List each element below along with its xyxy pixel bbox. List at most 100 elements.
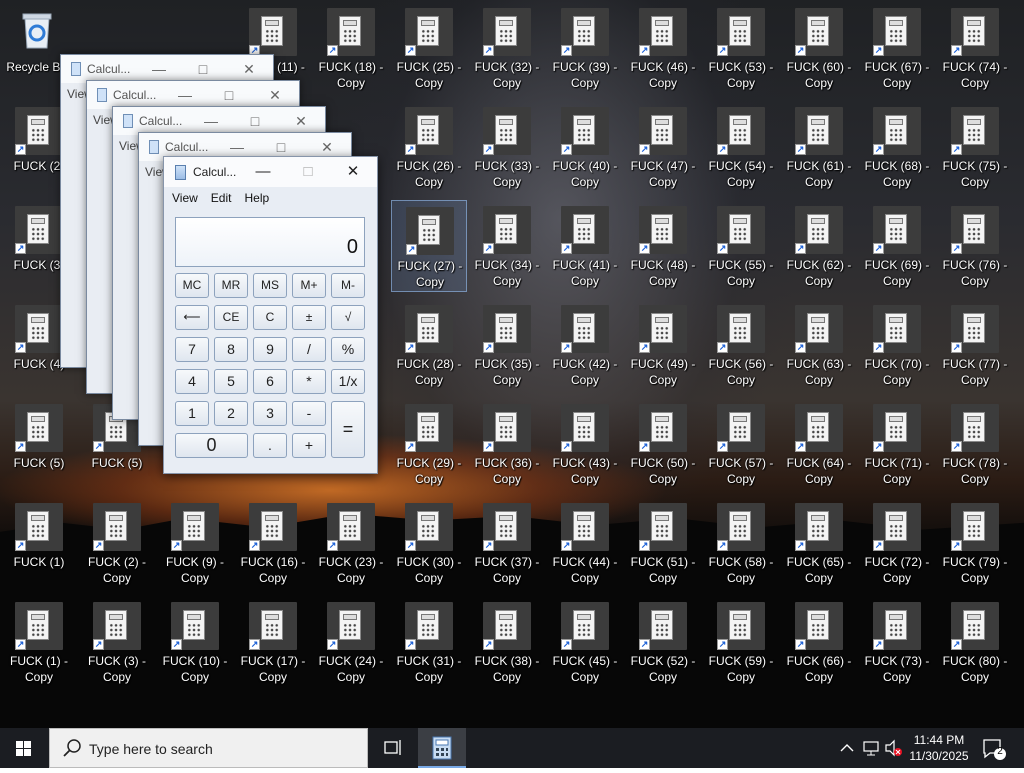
key-negate-button[interactable]: ± bbox=[292, 305, 326, 330]
desktop-shortcut[interactable]: ↗ FUCK (26) - Copy bbox=[391, 101, 467, 193]
maximize-button[interactable]: □ bbox=[233, 107, 277, 135]
key-9-button[interactable]: 9 bbox=[253, 337, 287, 362]
desktop-shortcut[interactable]: ↗ FUCK (1) bbox=[1, 497, 77, 589]
title-bar[interactable]: Calcul... — □ ✕ bbox=[164, 157, 377, 187]
desktop-shortcut[interactable]: ↗ FUCK (48) - Copy bbox=[625, 200, 701, 292]
desktop-shortcut[interactable]: ↗ FUCK (24) - Copy bbox=[313, 596, 389, 688]
desktop-shortcut[interactable]: ↗ FUCK (76) - Copy bbox=[937, 200, 1013, 292]
desktop-shortcut[interactable]: ↗ FUCK (2) - Copy bbox=[79, 497, 155, 589]
desktop-shortcut[interactable]: ↗ FUCK (55) - Copy bbox=[703, 200, 779, 292]
close-button[interactable]: ✕ bbox=[330, 157, 376, 187]
calculator-window[interactable]: Calcul... — □ ✕ View Edit Help 0 MC MR MS M… bbox=[163, 156, 378, 474]
desktop-shortcut[interactable]: ↗ FUCK (36) - Copy bbox=[469, 398, 545, 490]
desktop-shortcut[interactable]: ↗ FUCK (40) - Copy bbox=[547, 101, 623, 193]
key-backspace-button[interactable]: ⟵ bbox=[175, 305, 209, 330]
key-equals-button[interactable]: = bbox=[331, 401, 365, 458]
clock[interactable]: 11:44 PM 11/30/2025 bbox=[904, 732, 974, 764]
key-percent-button[interactable]: % bbox=[331, 337, 365, 362]
key-m-plus-button[interactable]: M+ bbox=[292, 273, 326, 298]
desktop-shortcut[interactable]: ↗ FUCK (30) - Copy bbox=[391, 497, 467, 589]
start-button[interactable] bbox=[0, 728, 48, 768]
key-5-button[interactable]: 5 bbox=[214, 369, 248, 394]
key-reciprocal-button[interactable]: 1/x bbox=[331, 369, 365, 394]
desktop-shortcut[interactable]: ↗ FUCK (72) - Copy bbox=[859, 497, 935, 589]
key-0-button[interactable]: 0 bbox=[175, 433, 248, 458]
minimize-button[interactable]: — bbox=[137, 55, 181, 83]
maximize-button[interactable]: □ bbox=[207, 81, 251, 109]
key-c-button[interactable]: C bbox=[253, 305, 287, 330]
menu-edit[interactable]: Edit bbox=[211, 191, 232, 205]
desktop-shortcut[interactable]: ↗ FUCK (79) - Copy bbox=[937, 497, 1013, 589]
maximize-button[interactable]: □ bbox=[285, 157, 331, 187]
desktop-shortcut[interactable]: ↗ FUCK (28) - Copy bbox=[391, 299, 467, 391]
desktop-shortcut[interactable]: ↗ FUCK (75) - Copy bbox=[937, 101, 1013, 193]
key-sqrt-button[interactable]: √ bbox=[331, 305, 365, 330]
desktop-shortcut[interactable]: ↗ FUCK (50) - Copy bbox=[625, 398, 701, 490]
desktop-shortcut[interactable]: ↗ FUCK (52) - Copy bbox=[625, 596, 701, 688]
desktop-shortcut[interactable]: ↗ FUCK (34) - Copy bbox=[469, 200, 545, 292]
key-mc-button[interactable]: MC bbox=[175, 273, 209, 298]
desktop-shortcut[interactable]: ↗ FUCK (43) - Copy bbox=[547, 398, 623, 490]
desktop-shortcut[interactable]: ↗ FUCK (80) - Copy bbox=[937, 596, 1013, 688]
desktop-shortcut[interactable]: ↗ FUCK (54) - Copy bbox=[703, 101, 779, 193]
minimize-button[interactable]: — bbox=[240, 157, 286, 187]
minimize-button[interactable]: — bbox=[189, 107, 233, 135]
desktop-shortcut[interactable]: ↗ FUCK (25) - Copy bbox=[391, 2, 467, 94]
desktop-shortcut[interactable]: ↗ FUCK (53) - Copy bbox=[703, 2, 779, 94]
key-8-button[interactable]: 8 bbox=[214, 337, 248, 362]
title-bar[interactable]: Calcul... — □ ✕ bbox=[61, 55, 273, 83]
desktop-shortcut[interactable]: ↗ FUCK (42) - Copy bbox=[547, 299, 623, 391]
desktop-shortcut[interactable]: ↗ FUCK (61) - Copy bbox=[781, 101, 857, 193]
desktop-shortcut[interactable]: ↗ FUCK (10) - Copy bbox=[157, 596, 233, 688]
minimize-button[interactable]: — bbox=[163, 81, 207, 109]
desktop-shortcut[interactable]: ↗ FUCK (31) - Copy bbox=[391, 596, 467, 688]
close-button[interactable]: ✕ bbox=[227, 55, 271, 83]
desktop-shortcut[interactable]: ↗ FUCK (39) - Copy bbox=[547, 2, 623, 94]
key-decimal-button[interactable]: . bbox=[253, 433, 287, 458]
desktop-shortcut[interactable]: ↗ FUCK (62) - Copy bbox=[781, 200, 857, 292]
desktop-shortcut[interactable]: ↗ FUCK (17) - Copy bbox=[235, 596, 311, 688]
desktop-shortcut[interactable]: ↗ FUCK (41) - Copy bbox=[547, 200, 623, 292]
network-button[interactable] bbox=[860, 728, 882, 768]
desktop-shortcut[interactable]: ↗ FUCK (56) - Copy bbox=[703, 299, 779, 391]
desktop-shortcut[interactable]: ↗ FUCK (23) - Copy bbox=[313, 497, 389, 589]
key-4-button[interactable]: 4 bbox=[175, 369, 209, 394]
desktop-shortcut[interactable]: ↗ FUCK (49) - Copy bbox=[625, 299, 701, 391]
key-6-button[interactable]: 6 bbox=[253, 369, 287, 394]
desktop-shortcut[interactable]: ↗ FUCK (1) - Copy bbox=[1, 596, 77, 688]
desktop-shortcut[interactable]: ↗ FUCK (66) - Copy bbox=[781, 596, 857, 688]
key-m-minus-button[interactable]: M- bbox=[331, 273, 365, 298]
key-7-button[interactable]: 7 bbox=[175, 337, 209, 362]
desktop-shortcut[interactable]: ↗ FUCK (27) - Copy bbox=[391, 200, 467, 292]
title-bar[interactable]: Calcul... — □ ✕ bbox=[113, 107, 325, 135]
taskbar-calculator-button[interactable] bbox=[418, 728, 466, 768]
key-subtract-button[interactable]: - bbox=[292, 401, 326, 426]
menu-help[interactable]: Help bbox=[244, 191, 269, 205]
desktop-shortcut[interactable]: ↗ FUCK (59) - Copy bbox=[703, 596, 779, 688]
key-mr-button[interactable]: MR bbox=[214, 273, 248, 298]
key-3-button[interactable]: 3 bbox=[253, 401, 287, 426]
key-1-button[interactable]: 1 bbox=[175, 401, 209, 426]
key-ms-button[interactable]: MS bbox=[253, 273, 287, 298]
desktop-shortcut[interactable]: ↗ FUCK (35) - Copy bbox=[469, 299, 545, 391]
title-bar[interactable]: Calcul... — □ ✕ bbox=[87, 81, 299, 109]
close-button[interactable]: ✕ bbox=[253, 81, 297, 109]
desktop-shortcut[interactable]: ↗ FUCK (68) - Copy bbox=[859, 101, 935, 193]
desktop-shortcut[interactable]: ↗ FUCK (63) - Copy bbox=[781, 299, 857, 391]
desktop-shortcut[interactable]: ↗ FUCK (58) - Copy bbox=[703, 497, 779, 589]
action-center-button[interactable]: 2 bbox=[978, 728, 1008, 768]
desktop-shortcut[interactable]: ↗ FUCK (44) - Copy bbox=[547, 497, 623, 589]
desktop-shortcut[interactable]: ↗ FUCK (47) - Copy bbox=[625, 101, 701, 193]
desktop-shortcut[interactable]: ↗ FUCK (57) - Copy bbox=[703, 398, 779, 490]
desktop-shortcut[interactable]: ↗ FUCK (70) - Copy bbox=[859, 299, 935, 391]
key-add-button[interactable]: + bbox=[292, 433, 326, 458]
desktop-shortcut[interactable]: ↗ FUCK (32) - Copy bbox=[469, 2, 545, 94]
menu-view[interactable]: View bbox=[172, 191, 198, 205]
show-hidden-icons-button[interactable] bbox=[836, 728, 858, 768]
desktop-shortcut[interactable]: ↗ FUCK (3) - Copy bbox=[79, 596, 155, 688]
desktop-shortcut[interactable]: ↗ FUCK (38) - Copy bbox=[469, 596, 545, 688]
search-box[interactable]: Type here to search bbox=[49, 728, 368, 768]
volume-button[interactable] bbox=[882, 728, 904, 768]
desktop-shortcut[interactable]: ↗ FUCK (9) - Copy bbox=[157, 497, 233, 589]
desktop-shortcut[interactable]: ↗ FUCK (16) - Copy bbox=[235, 497, 311, 589]
